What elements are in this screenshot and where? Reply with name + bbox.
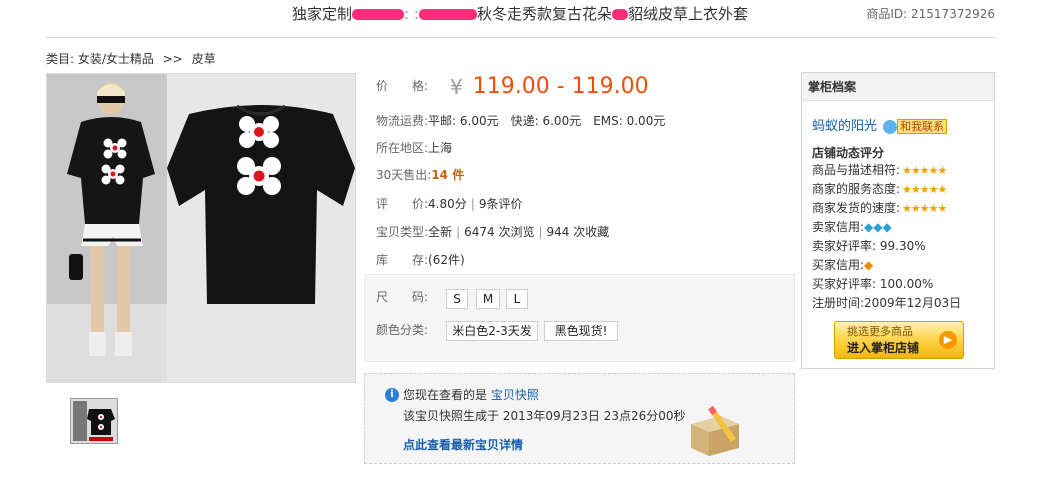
item-id: 商品ID: 21517372926 [866, 7, 995, 21]
item-type-row: 宝贝类型:全新 | 6474 次浏览 | 944 次收藏 [376, 221, 609, 243]
color-option-black[interactable]: 黑色现货! [544, 321, 618, 341]
view-count: 6474 次浏览 [464, 225, 535, 239]
size-option-l[interactable]: L [506, 289, 528, 309]
rating-score: 4.80分 [428, 197, 467, 211]
registration-row: 注册时间:2009年12月03日 [812, 295, 961, 311]
sold-value: 14 件 [431, 168, 465, 182]
item-title: 独家定制 : : 秋冬走秀款复古花朵 貂绒皮草上衣外套 [230, 4, 810, 24]
title-text-start: 独家定制 [292, 5, 353, 23]
buyer-credit-label: 买家信用: [812, 258, 865, 272]
color-option-ivory[interactable]: 米白色2-3天发 [446, 321, 538, 341]
box-pencil-icon [691, 405, 739, 456]
seller-panel-heading: 掌柜档案 [802, 73, 994, 101]
thumbnail-image[interactable] [70, 398, 118, 444]
size-option-m[interactable]: M [476, 289, 500, 309]
rating-label: 评 价: [376, 197, 429, 211]
size-label: 尺 码: [376, 290, 429, 304]
color-label: 颜色分类: [376, 323, 429, 337]
price-label: 价 格: [376, 79, 429, 93]
title-partial: : : [404, 5, 419, 23]
breadcrumb-prefix: 类目: [46, 52, 75, 66]
sold-row: 30天售出:14 件 [376, 164, 464, 186]
divider: | [470, 197, 475, 211]
main-product-image[interactable] [46, 73, 356, 383]
dsr-shipping-row: 商家发货的速度: ★★★★★ [812, 200, 947, 217]
latest-details-link[interactable]: 点此查看最新宝贝详情 [403, 437, 523, 453]
divider: | [538, 225, 543, 239]
star-rating-icon: ★★★★★ [902, 164, 947, 177]
snapshot-generated-time: 该宝贝快照生成于 2013年09月23日 23点26分00秒 [403, 409, 686, 423]
registration-date: 2009年12月03日 [864, 296, 962, 310]
title-redaction [418, 9, 477, 20]
stock-row: 库 存:(62件) [376, 249, 465, 271]
star-rating-icon: ★★★★★ [902, 202, 947, 215]
snapshot-link[interactable]: 宝贝快照 [491, 388, 539, 402]
size-option-s[interactable]: S [446, 289, 468, 309]
breadcrumb: 类目: 女装/女士精品 >> 皮草 [46, 51, 216, 67]
item-type-label: 宝贝类型: [376, 225, 429, 239]
snapshot-notice: i 您现在查看的是 宝贝快照 该宝贝快照生成于 2013年09月23日 23点2… [364, 373, 795, 464]
seller-credit-label: 卖家信用: [812, 220, 865, 234]
favorite-count: 944 次收藏 [546, 225, 610, 239]
region-label: 所在地区: [376, 141, 429, 155]
shipping-label: 物流运费: [376, 114, 429, 128]
breadcrumb-category-link[interactable]: 女装/女士精品 [78, 52, 154, 66]
seller-panel: 掌柜档案 蚂蚁的阳光 和我联系 店铺动态评分 商品与描述相符: ★★★★★ 商家的… [801, 72, 995, 369]
breadcrumb-subcategory-link[interactable]: 皮草 [192, 52, 216, 66]
sku-selector: 尺 码: S M L 颜色分类: 米白色2-3天发 黑色现货! [364, 274, 795, 362]
item-condition: 全新 [428, 225, 453, 239]
model-photo [47, 74, 167, 382]
buyer-rate-value: 100.00% [879, 277, 934, 291]
title-redaction [611, 9, 628, 20]
registration-label: 注册时间: [812, 296, 865, 310]
breadcrumb-separator: >> [162, 52, 183, 66]
shipping-value: 平邮: 6.00元 快递: 6.00元 EMS: 0.00元 [428, 114, 666, 128]
price-row: 价 格: ¥119.00 - 119.00 [376, 72, 649, 100]
sold-label: 30天售出: [376, 168, 432, 182]
contact-me-button[interactable]: 和我联系 [897, 119, 948, 134]
title-redaction [352, 9, 405, 20]
orange-heart-icon[interactable]: ◆ [864, 258, 873, 272]
seller-name-link[interactable]: 蚂蚁的阳光 [812, 119, 877, 134]
dsr-shipping-label: 商家发货的速度: [812, 201, 901, 215]
rating-count-link[interactable]: 9条评价 [479, 197, 523, 211]
dsr-description-row: 商品与描述相符: ★★★★★ [812, 162, 947, 179]
seller-credit-row: 卖家信用:◆◆◆ [812, 219, 892, 235]
product-flat-photo [167, 74, 355, 382]
region-value: 上海 [428, 141, 453, 155]
price-value: 119.00 - 119.00 [472, 73, 649, 99]
dsr-service-row: 商家的服务态度: ★★★★★ [812, 181, 947, 198]
seller-rate-row: 卖家好评率: 99.30% [812, 238, 926, 254]
dsr-description-label: 商品与描述相符: [812, 163, 901, 177]
rating-row: 评 价:4.80分 | 9条评价 [376, 193, 522, 215]
wangwang-icon[interactable] [883, 119, 898, 134]
snapshot-notice-prefix: 您现在查看的是 [403, 388, 488, 402]
seller-rate-value: 99.30% [879, 239, 926, 253]
buyer-rate-label: 买家好评率: [812, 277, 877, 291]
enter-store-button[interactable]: 挑选更多商品 进入掌柜店铺 ▶ [834, 321, 964, 359]
enter-store-title: 进入掌柜店铺 [847, 341, 920, 355]
enter-store-subtitle: 挑选更多商品 [847, 325, 913, 338]
divider: | [456, 225, 461, 239]
title-text-end: 貂绒皮草上衣外套 [627, 5, 748, 23]
buyer-credit-row: 买家信用:◆ [812, 257, 873, 273]
shipping-row: 物流运费:平邮: 6.00元 快递: 6.00元 EMS: 0.00元 [376, 110, 665, 132]
dsr-service-label: 商家的服务态度: [812, 182, 901, 196]
stock-label: 库 存: [376, 253, 429, 267]
buyer-rate-row: 买家好评率: 100.00% [812, 276, 933, 292]
currency-symbol: ¥ [450, 74, 463, 99]
snapshot-notice-text: 您现在查看的是 宝贝快照 [403, 387, 539, 403]
title-text-middle: 秋冬走秀款复古花朵 [476, 5, 612, 23]
header-divider [46, 37, 996, 38]
blue-diamond-icon[interactable]: ◆◆◆ [864, 220, 892, 234]
stock-value: (62件) [428, 253, 465, 267]
star-rating-icon: ★★★★★ [902, 183, 947, 196]
info-icon: i [385, 388, 399, 402]
seller-rate-label: 卖家好评率: [812, 239, 877, 253]
arrow-right-icon: ▶ [939, 331, 957, 349]
dsr-title: 店铺动态评分 [812, 146, 885, 160]
seller-name-row: 蚂蚁的阳光 和我联系 [812, 119, 948, 135]
region-row: 所在地区:上海 [376, 137, 452, 159]
